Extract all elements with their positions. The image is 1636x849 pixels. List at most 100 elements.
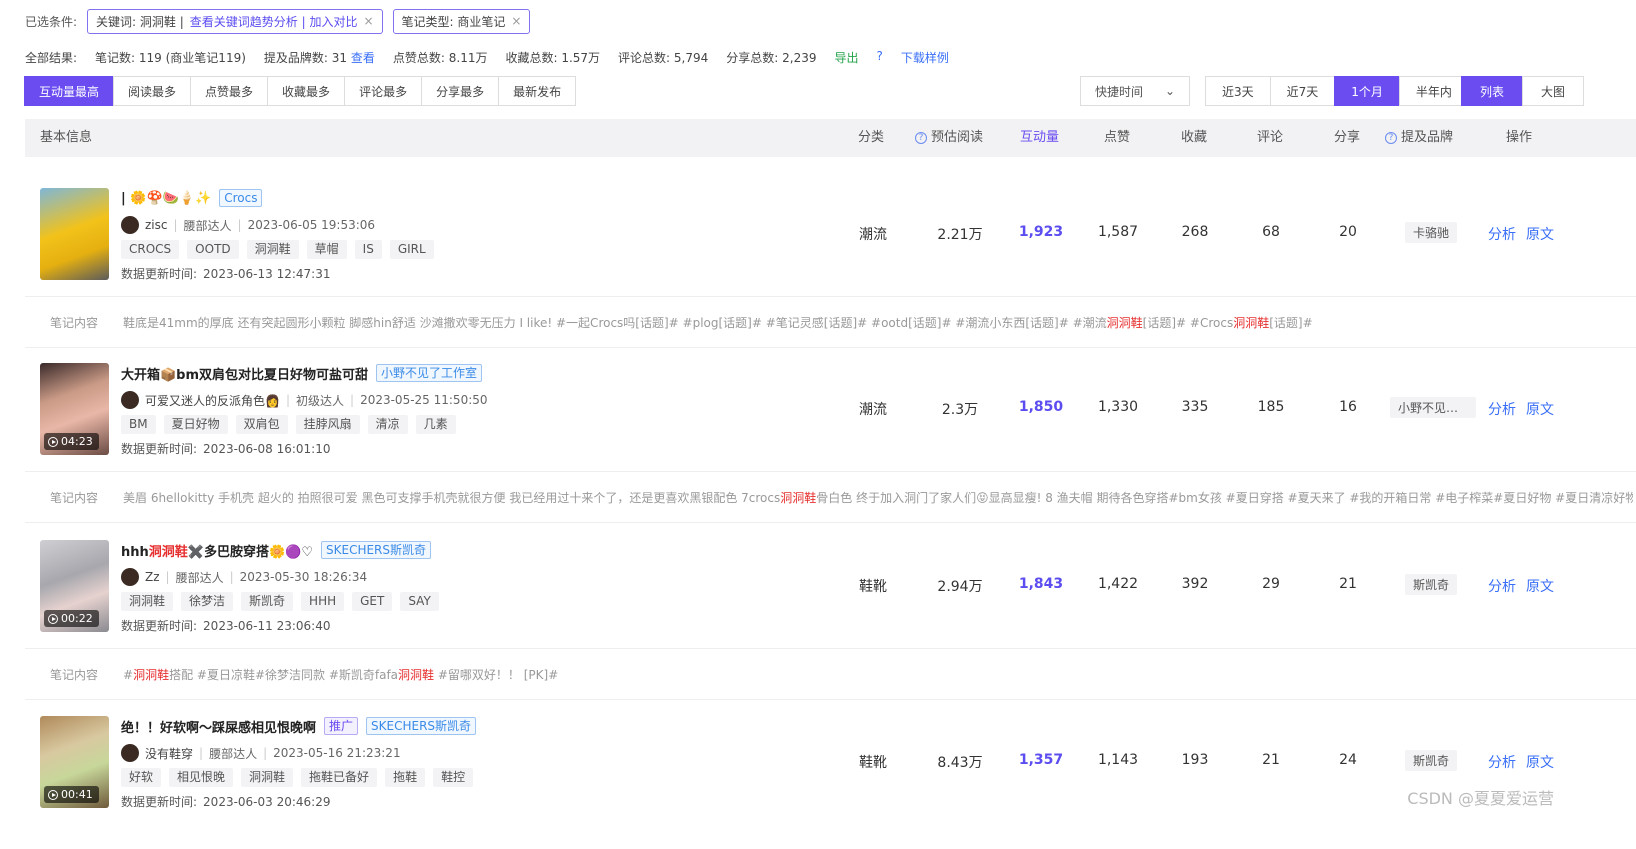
update-time: 数据更新时间: 2023-06-13 12:47:31 [121, 267, 331, 281]
close-icon[interactable]: × [363, 14, 373, 28]
original-link[interactable]: 原文 [1526, 576, 1554, 596]
note-thumbnail[interactable] [40, 188, 109, 280]
sort-tab-likes[interactable]: 点赞最多 [190, 76, 269, 106]
col-collects[interactable]: 收藏 [1181, 119, 1207, 157]
keyword-tag: 相见恨晚 [169, 768, 234, 787]
sort-tab-comments[interactable]: 评论最多 [344, 76, 423, 106]
analyze-link[interactable]: 分析 [1488, 752, 1516, 772]
keyword-tag: OOTD [187, 240, 239, 259]
range-3-days[interactable]: 近3天 [1205, 76, 1271, 106]
author-name[interactable]: 没有鞋穿 [145, 745, 193, 762]
avatar[interactable] [121, 391, 139, 409]
col-category: 分类 [858, 130, 885, 145]
sort-tabs: 互动量最高 阅读最多 点赞最多 收藏最多 评论最多 分享最多 最新发布 [24, 76, 577, 106]
col-est-read[interactable]: ? 预估阅读 [915, 119, 983, 157]
note-title[interactable]: | 🌼🍄🍉🍦✨ Crocs [121, 188, 263, 208]
cell-comments: 21 [1262, 752, 1280, 768]
cell-likes: 1,422 [1097, 576, 1139, 592]
cell-likes: 1,330 [1097, 399, 1139, 415]
sort-tab-shares[interactable]: 分享最多 [421, 76, 500, 106]
note-thumbnail[interactable]: 04:23 [40, 363, 109, 455]
update-time: 数据更新时间: 2023-06-03 20:46:29 [121, 795, 331, 809]
range-half-year[interactable]: 半年内 [1398, 76, 1469, 106]
analyze-link[interactable]: 分析 [1488, 224, 1516, 244]
cell-comments: 29 [1262, 576, 1280, 592]
note-content: 笔记内容 鞋底是41mm的厚底 还有突起圆形小颗粒 脚感hin舒适 沙滩撒欢零无… [25, 296, 1636, 348]
download-sample-link[interactable]: 下载样例 [901, 49, 949, 65]
export-button[interactable]: 导出 [834, 49, 858, 65]
original-link[interactable]: 原文 [1526, 752, 1554, 772]
help-icon: ? [915, 132, 927, 144]
keyword-tag: BM [121, 415, 156, 434]
play-icon [48, 436, 58, 447]
author-info: 可爱又迷人的反派角色👩 | 初级达人 | 2023-05-25 11:50:50 [121, 390, 488, 410]
range-7-days[interactable]: 近7天 [1269, 76, 1336, 106]
note-content-label: 笔记内容 [50, 316, 99, 330]
analyze-link[interactable]: 分析 [1488, 576, 1516, 596]
col-basic-info: 基本信息 [40, 130, 93, 145]
note-title[interactable]: 绝！！好软啊～踩屎感相见恨晚啊 推广 SKECHERS斯凯奇 [121, 716, 477, 736]
close-icon[interactable]: × [511, 14, 521, 28]
note-thumbnail[interactable]: 00:22 [40, 540, 109, 632]
note-content-text: 鞋底是41mm的厚底 还有突起圆形小颗粒 脚感hin舒适 沙滩撒欢零无压力 I … [123, 316, 1313, 330]
note-content: 笔记内容 #洞洞鞋搭配 #夏日凉鞋#徐梦洁同款 #斯凯奇fafa洞洞鞋 #留哪双… [25, 648, 1636, 700]
note-tag[interactable]: Crocs [219, 189, 263, 207]
keyword-tag: HHH [301, 592, 345, 611]
range-1-month[interactable]: 1个月 [1334, 76, 1400, 106]
keyword-filter-chip[interactable]: 关键词: 洞洞鞋 | 查看关键词趋势分析 | 加入对比 × [87, 8, 383, 34]
author-level: 腰部达人 [183, 218, 232, 233]
brand-badge[interactable]: 斯凯奇 [1405, 750, 1458, 771]
summary-collects: 收藏总数: 1.57万 [505, 51, 601, 65]
analyze-link[interactable]: 分析 [1488, 399, 1516, 419]
summary-brands: 提及品牌数: 31 [263, 51, 348, 65]
avatar[interactable] [121, 744, 139, 762]
col-comments[interactable]: 评论 [1257, 119, 1283, 157]
avatar[interactable] [121, 568, 139, 586]
original-link[interactable]: 原文 [1526, 399, 1554, 419]
note-title[interactable]: 大开箱📦bm双肩包对比夏日好物可盐可甜 小野不见了工作室 [121, 363, 483, 383]
note-tag: 推广 [324, 717, 359, 735]
note-thumbnail[interactable]: 00:41 [40, 716, 109, 808]
col-interaction[interactable]: 互动量 [1020, 119, 1059, 157]
keyword-tag: 拖鞋 [385, 768, 426, 787]
author-name[interactable]: zisc [145, 218, 167, 232]
sort-tab-interaction[interactable]: 互动量最高 [24, 76, 115, 106]
view-list-button[interactable]: 列表 [1461, 76, 1524, 106]
help-icon[interactable]: ? [877, 49, 883, 65]
row-actions: 分析 原文 [1488, 752, 1554, 772]
brand-badge[interactable]: 斯凯奇 [1405, 574, 1458, 595]
avatar[interactable] [121, 216, 139, 234]
play-icon [48, 613, 58, 624]
quick-time-select[interactable]: 快捷时间 ⌄ [1080, 76, 1190, 106]
note-tag[interactable]: SKECHERS斯凯奇 [321, 541, 432, 559]
sort-tab-collects[interactable]: 收藏最多 [267, 76, 346, 106]
brand-badge[interactable]: 卡骆驰 [1405, 222, 1458, 243]
keyword-tag: 好软 [121, 768, 162, 787]
author-level: 腰部达人 [209, 746, 258, 761]
cell-collects: 193 [1181, 752, 1209, 768]
note-title[interactable]: hhh洞洞鞋✖️多巴胺穿搭🌼🟣♡ SKECHERS斯凯奇 [121, 540, 432, 560]
original-link[interactable]: 原文 [1526, 224, 1554, 244]
sort-tab-read[interactable]: 阅读最多 [113, 76, 192, 106]
col-likes[interactable]: 点赞 [1104, 119, 1130, 157]
view-brands-link[interactable]: 查看 [351, 51, 375, 65]
cell-shares: 24 [1339, 752, 1357, 768]
author-name[interactable]: 可爱又迷人的反派角色👩 [145, 392, 280, 409]
cell-est-read: 2.94万 [937, 579, 983, 595]
note-type-filter-chip[interactable]: 笔记类型: 商业笔记 × [392, 8, 531, 34]
note-tag[interactable]: 小野不见了工作室 [376, 364, 483, 382]
keyword-trend-link[interactable]: 查看关键词趋势分析 | 加入对比 [190, 13, 358, 30]
cell-likes: 1,587 [1097, 224, 1139, 240]
author-name[interactable]: Zz [145, 570, 160, 584]
sort-tab-latest[interactable]: 最新发布 [498, 76, 577, 106]
chevron-down-icon: ⌄ [1164, 84, 1175, 98]
filters-label: 已选条件: [25, 14, 78, 29]
note-tag[interactable]: SKECHERS斯凯奇 [366, 717, 477, 735]
col-shares[interactable]: 分享 [1334, 119, 1360, 157]
brand-badge[interactable]: 小野不见了... [1390, 397, 1476, 418]
view-grid-button[interactable]: 大图 [1522, 76, 1585, 106]
cell-category: 潮流 [859, 227, 887, 243]
summary-notes: 笔记数: 119 (商业笔记119) [95, 51, 246, 65]
table-header: 基本信息 分类 ? 预估阅读 互动量 点赞 收藏 评论 分享 ? 提及品牌 操作 [25, 119, 1636, 157]
author-level: 腰部达人 [175, 570, 224, 585]
